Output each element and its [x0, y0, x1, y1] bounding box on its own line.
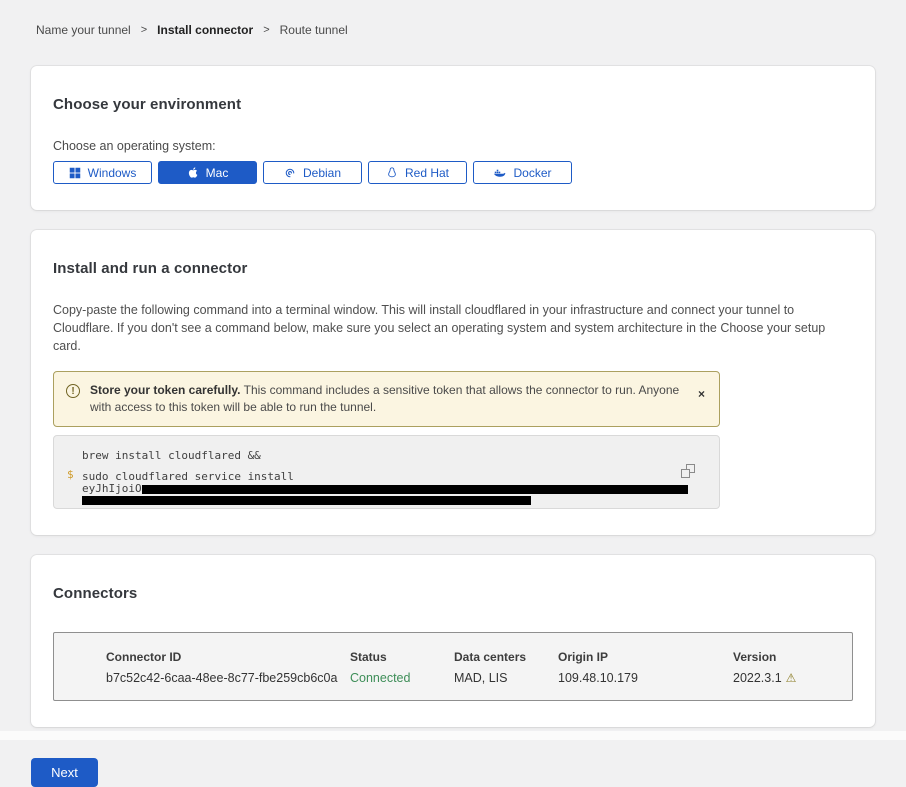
os-button-docker[interactable]: Docker [473, 161, 572, 184]
install-command-codeblock: brew install cloudflared && $ sudo cloud… [53, 435, 720, 509]
apple-icon [187, 166, 199, 179]
os-button-group: Windows Mac Debian [53, 161, 853, 184]
breadcrumb: Name your tunnel > Install connector > R… [0, 0, 906, 37]
redhat-linux-icon [386, 166, 398, 179]
redacted-token-bar [142, 485, 688, 494]
os-button-windows[interactable]: Windows [53, 161, 152, 184]
shell-prompt: $ [67, 468, 74, 481]
os-button-mac[interactable]: Mac [158, 161, 257, 184]
breadcrumb-separator: > [141, 24, 147, 36]
table-row: b7c52c42-6caa-48ee-8c77-fbe259cb6c0a Con… [106, 671, 828, 685]
os-button-label: Red Hat [405, 166, 449, 180]
alert-circle-icon: ! [66, 384, 80, 398]
warning-triangle-icon: ⚠ [786, 671, 797, 685]
breadcrumb-route-tunnel[interactable]: Route tunnel [280, 23, 348, 37]
breadcrumb-install-connector[interactable]: Install connector [157, 23, 253, 37]
windows-icon [69, 167, 81, 179]
column-header-origin-ip: Origin IP [558, 650, 733, 671]
status-badge: Connected [350, 671, 454, 685]
copy-icon[interactable] [681, 464, 695, 478]
breadcrumb-separator: > [263, 24, 269, 36]
code-line-token-2 [82, 495, 719, 505]
os-button-label: Docker [513, 166, 551, 180]
next-button[interactable]: Next [31, 758, 98, 787]
os-select-label: Choose an operating system: [53, 139, 853, 153]
connectors-table-header: Connector ID Status Data centers Origin … [106, 650, 828, 671]
token-warning-banner: ! Store your token carefully. This comma… [53, 371, 720, 427]
code-line-brew: brew install cloudflared && [82, 449, 719, 462]
data-centers-value: MAD, LIS [454, 671, 558, 685]
code-line-service-install: sudo cloudflared service install [82, 470, 719, 483]
environment-card-title: Choose your environment [53, 96, 853, 113]
install-card-title: Install and run a connector [53, 260, 853, 277]
token-prefix: eyJhIjoiO [82, 484, 142, 494]
token-warning-text: Store your token carefully. This command… [90, 382, 688, 416]
connectors-card-title: Connectors [53, 585, 853, 602]
column-header-status: Status [350, 650, 454, 671]
install-connector-card: Install and run a connector Copy-paste t… [31, 230, 875, 535]
breadcrumb-name-your-tunnel[interactable]: Name your tunnel [36, 23, 131, 37]
token-warning-bold: Store your token carefully. [90, 383, 241, 397]
code-line-token: eyJhIjoiO [82, 484, 719, 494]
choose-environment-card: Choose your environment Choose an operat… [31, 66, 875, 210]
redacted-token-bar [82, 496, 531, 505]
column-header-data-centers: Data centers [454, 650, 558, 671]
close-icon[interactable]: × [698, 388, 705, 400]
connector-id-value: b7c52c42-6caa-48ee-8c77-fbe259cb6c0a [106, 671, 350, 685]
column-header-connector-id: Connector ID [106, 650, 350, 671]
docker-whale-icon [493, 167, 506, 179]
install-description: Copy-paste the following command into a … [53, 301, 853, 355]
os-button-redhat[interactable]: Red Hat [368, 161, 467, 184]
os-button-label: Mac [206, 166, 229, 180]
connectors-table: Connector ID Status Data centers Origin … [53, 632, 853, 701]
debian-icon [284, 167, 296, 179]
connectors-card: Connectors Connector ID Status Data cent… [31, 555, 875, 727]
os-button-debian[interactable]: Debian [263, 161, 362, 184]
origin-ip-value: 109.48.10.179 [558, 671, 733, 685]
version-number: 2022.3.1 [733, 671, 782, 685]
column-header-version: Version [733, 650, 828, 671]
bottom-strip [0, 731, 906, 740]
version-value: 2022.3.1 ⚠ [733, 671, 828, 685]
os-button-label: Windows [88, 166, 137, 180]
os-button-label: Debian [303, 166, 341, 180]
